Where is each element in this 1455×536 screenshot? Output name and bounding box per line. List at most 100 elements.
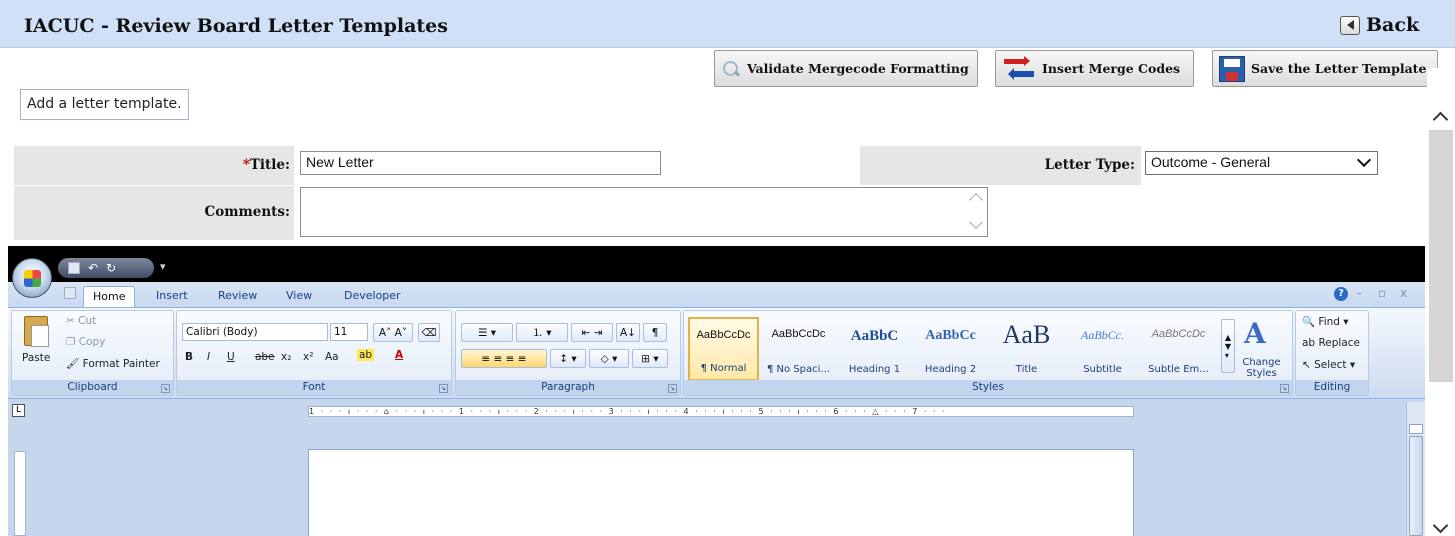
- word-scrollbar-thumb[interactable]: [1409, 436, 1423, 536]
- paste-icon[interactable]: [24, 316, 49, 347]
- grow-shrink-font-buttons[interactable]: A˄ A˅: [373, 323, 413, 342]
- clipboard-group-label: Clipboard: [12, 380, 173, 395]
- select-button[interactable]: ↖ Select ▾: [1302, 359, 1355, 371]
- tab-view[interactable]: View: [286, 289, 312, 302]
- save-letter-template-button[interactable]: Save the Letter Template: [1212, 50, 1438, 87]
- word-doc-icon: [64, 287, 76, 299]
- style-preview: AaB: [1002, 320, 1051, 349]
- info-note: Add a letter template.: [20, 89, 189, 120]
- change-styles-label[interactable]: Change Styles: [1239, 357, 1284, 379]
- paste-label[interactable]: Paste: [22, 352, 50, 364]
- style-heading-1[interactable]: AaBbC Heading 1: [839, 317, 910, 381]
- office-button-icon[interactable]: [12, 258, 52, 298]
- shading-button[interactable]: ◇ ▾: [589, 349, 629, 368]
- strikethrough-button[interactable]: abe: [255, 351, 275, 363]
- textarea-scroll-arrows[interactable]: [968, 191, 984, 231]
- tab-insert[interactable]: Insert: [156, 289, 188, 302]
- back-button[interactable]: Back: [1340, 14, 1419, 36]
- styles-gallery-scroll[interactable]: ▲ ▼ ▾: [1221, 319, 1235, 373]
- subscript-button[interactable]: x₂: [281, 351, 291, 363]
- validate-mergecode-label: Validate Mergecode Formatting: [747, 61, 969, 76]
- word-scroll-up-icon[interactable]: [1409, 424, 1423, 434]
- line-spacing-button[interactable]: ↕ ▾: [550, 349, 586, 368]
- tab-selector-icon[interactable]: L: [12, 404, 25, 417]
- tab-review[interactable]: Review: [218, 289, 257, 302]
- italic-button[interactable]: I: [207, 351, 210, 363]
- restore-icon[interactable]: ▫: [1378, 286, 1386, 300]
- letter-type-value: Outcome - General: [1151, 154, 1271, 170]
- style-subtle-emphasis[interactable]: AaBbCcDc Subtle Em...: [1143, 317, 1214, 381]
- word-scrollbar[interactable]: [1406, 402, 1425, 536]
- minimize-icon[interactable]: –: [1356, 286, 1362, 300]
- scroll-down-icon[interactable]: [1432, 517, 1449, 534]
- cut-button[interactable]: ✂ Cut: [66, 315, 96, 327]
- copy-button[interactable]: ❐ Copy: [66, 336, 105, 348]
- bullets-button[interactable]: ☰ ▾: [461, 323, 513, 342]
- style-heading-2[interactable]: AaBbCc Heading 2: [915, 317, 986, 381]
- style-preview: AaBbCcDc: [1151, 328, 1206, 340]
- style-normal[interactable]: AaBbCcDc ¶ Normal: [688, 317, 759, 381]
- help-icon[interactable]: ?: [1334, 287, 1348, 301]
- font-name-select[interactable]: Calibri (Body): [182, 323, 328, 341]
- tab-home[interactable]: Home: [83, 286, 136, 308]
- find-button[interactable]: 🔍 Find ▾: [1302, 315, 1349, 328]
- letter-type-select[interactable]: Outcome - General: [1145, 151, 1378, 175]
- superscript-button[interactable]: x²: [303, 351, 313, 363]
- redo-icon[interactable]: ↻: [106, 261, 116, 275]
- sort-button[interactable]: A↓: [616, 323, 640, 342]
- style-name: ¶ No Spaci...: [767, 364, 830, 375]
- page: IACUC - Review Board Letter Templates Ba…: [0, 0, 1455, 536]
- paragraph-group: ☰ ▾ ⒈ ▾ ⇤ ⇥ A↓ ¶ ≡ ≡ ≡ ≡ ↕ ▾ ◇ ▾ ⊞ ▾ Par…: [455, 310, 681, 396]
- alignment-buttons[interactable]: ≡ ≡ ≡ ≡: [461, 349, 547, 368]
- back-label: Back: [1366, 14, 1420, 36]
- letter-type-label: Letter Type:: [1044, 157, 1135, 173]
- paragraph-group-label: Paragraph: [456, 380, 680, 395]
- style-name: Title: [1015, 364, 1038, 375]
- style-preview: AaBbCcDc: [696, 329, 751, 341]
- insert-merge-codes-button[interactable]: Insert Merge Codes: [995, 50, 1194, 87]
- scroll-up-icon[interactable]: [1432, 111, 1449, 128]
- save-icon[interactable]: [68, 262, 80, 274]
- numbering-button[interactable]: ⒈ ▾: [516, 323, 568, 342]
- clipboard-group: Paste ✂ Cut ❐ Copy 🖌 Format Painter Clip…: [11, 310, 174, 396]
- replace-button[interactable]: ab Replace: [1302, 337, 1360, 349]
- paragraph-launcher-icon[interactable]: ↘: [668, 384, 677, 393]
- undo-icon[interactable]: ↶: [88, 261, 98, 275]
- qat-dropdown-icon[interactable]: ▾: [160, 260, 166, 273]
- page-scrollbar[interactable]: [1427, 68, 1455, 536]
- font-launcher-icon[interactable]: ↘: [439, 384, 448, 393]
- styles-launcher-icon[interactable]: ↘: [1280, 384, 1289, 393]
- change-case-button[interactable]: Aa: [325, 351, 339, 363]
- required-mark: *: [242, 157, 250, 173]
- bold-button[interactable]: B: [185, 351, 193, 363]
- tab-developer[interactable]: Developer: [344, 289, 401, 302]
- clear-formatting-icon[interactable]: ⌫: [418, 323, 440, 342]
- style-no-spacing[interactable]: AaBbCcDc ¶ No Spaci...: [763, 317, 834, 381]
- title-label-text: Title:: [249, 157, 290, 173]
- scrollbar-thumb[interactable]: [1429, 130, 1453, 382]
- underline-button[interactable]: U: [227, 351, 235, 363]
- quick-access-toolbar: ↶ ↻: [58, 258, 154, 278]
- show-formatting-button[interactable]: ¶: [643, 323, 667, 342]
- back-arrow-icon: [1340, 15, 1360, 35]
- style-subtitle[interactable]: AaBbCc. Subtitle: [1067, 317, 1138, 381]
- font-color-button[interactable]: A: [395, 349, 403, 361]
- clipboard-launcher-icon[interactable]: ↘: [161, 384, 170, 393]
- close-icon[interactable]: x: [1400, 286, 1407, 300]
- indent-buttons[interactable]: ⇤ ⇥: [571, 323, 613, 342]
- ruler-row: L 1 · · · ı · · · ⌂ · · · ı · · · 1 · · …: [8, 400, 1425, 422]
- document-page[interactable]: [308, 449, 1134, 536]
- style-title[interactable]: AaB Title: [991, 317, 1062, 381]
- validate-mergecode-button[interactable]: Validate Mergecode Formatting: [714, 50, 978, 87]
- font-size-select[interactable]: 11: [330, 323, 368, 341]
- highlight-button[interactable]: ab: [357, 349, 375, 361]
- format-painter-button[interactable]: 🖌 Format Painter: [66, 357, 160, 370]
- ribbon-tabs: Home Insert Review View Developer: [8, 282, 1425, 308]
- horizontal-ruler[interactable]: 1 · · · ı · · · ⌂ · · · ı · · · 1 · · · …: [308, 406, 1134, 417]
- comments-textarea[interactable]: [300, 187, 988, 237]
- title-input[interactable]: New Letter: [300, 151, 661, 175]
- style-name: Subtitle: [1083, 364, 1122, 375]
- borders-button[interactable]: ⊞ ▾: [632, 349, 668, 368]
- change-styles-icon[interactable]: A: [1244, 317, 1266, 350]
- floppy-disk-icon: [1219, 55, 1245, 82]
